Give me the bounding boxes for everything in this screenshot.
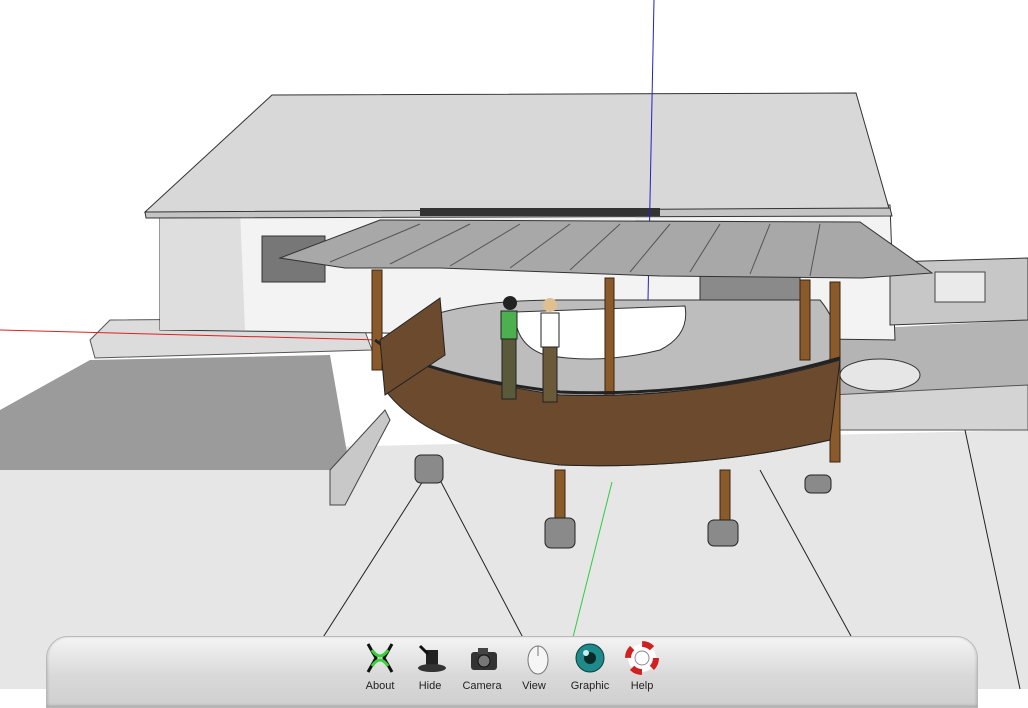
sandbox-icon: [366, 643, 394, 673]
fire-pit: [839, 358, 921, 392]
tool-dock: [46, 636, 978, 708]
house-roof: [143, 92, 891, 213]
lifebuoy-icon: [625, 641, 659, 675]
camera-icon: [471, 648, 497, 670]
dock-label-about: About: [365, 680, 395, 692]
person-white-shirt: [540, 298, 560, 403]
dock-label-graphic: Graphic: [570, 680, 610, 692]
eye-icon: [575, 643, 605, 673]
person-green-shirt: [500, 296, 518, 400]
magic-hat-icon: [418, 644, 446, 672]
dock-label-help: Help: [630, 680, 654, 692]
lawn-left: [0, 355, 350, 470]
model-scene[interactable]: [0, 0, 1028, 689]
mouse-icon: [527, 645, 549, 675]
dock-label-view: View: [522, 680, 546, 692]
house-wall-shade: [160, 210, 245, 330]
3d-viewport[interactable]: [0, 0, 1028, 689]
dock-label-camera: Camera: [462, 680, 502, 692]
dock-label-hide: Hide: [418, 680, 442, 692]
garage-window: [934, 271, 986, 303]
ridge-vent: [420, 208, 660, 216]
